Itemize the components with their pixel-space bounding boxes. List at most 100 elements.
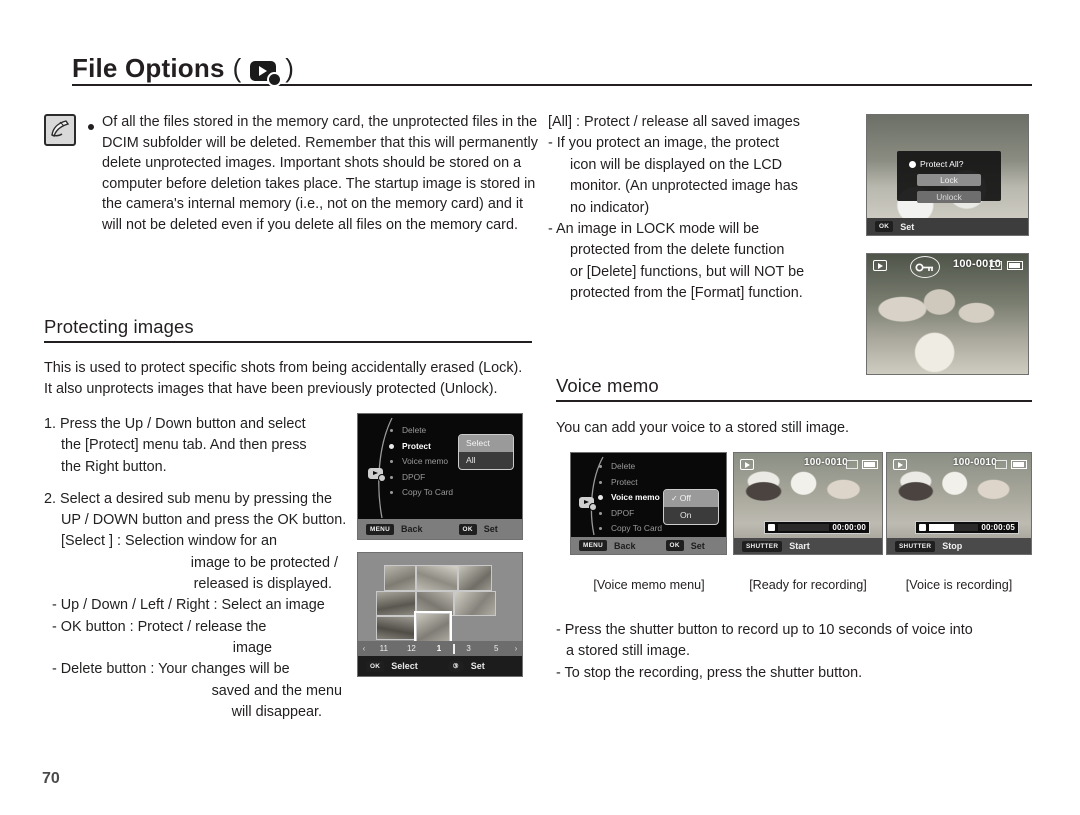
step-2-line-3: [Select ] : Selection window for an [61, 533, 277, 550]
menu-item-protect[interactable]: Protect [389, 439, 453, 455]
battery-icon [862, 460, 878, 469]
step-2-line-9: - Delete button : Your changes will be [52, 661, 290, 678]
page-number[interactable]: 11 [370, 644, 398, 653]
submenu-item-on[interactable]: On [664, 507, 718, 524]
menu-item-voice-memo[interactable]: Voice memo [390, 454, 453, 470]
heading-divider [556, 400, 1032, 402]
next-page-arrow[interactable]: › [510, 644, 522, 653]
page-strip: ‹ 11 12 1 3 5 › [358, 641, 522, 656]
back-label: Back [614, 540, 636, 551]
menu-item-dpof[interactable]: DPOF [390, 470, 453, 486]
intro-line-2: It also unprotects images that have been… [44, 380, 498, 397]
recording-progress-strip: 00:00:00 [764, 521, 870, 534]
thumbnail[interactable] [384, 565, 416, 591]
pen-note-icon [44, 114, 76, 146]
ok-key-chip: OK [875, 221, 894, 232]
lcd-voice-memo-menu-screen: Delete Protect Voice memo DPOF Copy To C… [570, 452, 727, 555]
record-progress-fill [929, 524, 954, 531]
heading-text: Protecting images [44, 316, 194, 337]
menu-item-delete[interactable]: Delete [599, 459, 662, 475]
lcd-bottom-bar: SHUTTER Stop [887, 538, 1031, 554]
shutter-key-chip: SHUTTER [895, 540, 936, 552]
ok-key-chip: OK [665, 540, 684, 551]
submenu-item-off[interactable]: ✓ Off [664, 490, 718, 507]
menu-item-delete[interactable]: Delete [390, 423, 453, 439]
thumbnail[interactable] [376, 591, 416, 616]
intro-line-1: This is used to protect specific shots f… [44, 360, 523, 376]
page-number[interactable]: 3 [455, 644, 483, 653]
card-icon [995, 460, 1007, 469]
thumbnail[interactable] [376, 616, 416, 640]
step-2-line-8: image [232, 639, 272, 656]
battery-icon [1007, 261, 1023, 270]
play-icon [873, 260, 887, 271]
menu-item-protect[interactable]: Protect [599, 475, 662, 491]
note-line-delete-fn: protected from the delete function [570, 242, 785, 259]
step-2-line-5: released is displayed. [193, 576, 332, 593]
note-line-monitor: monitor. (An unprotected image has [570, 178, 798, 195]
menu-item-dpof[interactable]: DPOF [599, 506, 662, 522]
menu-key-chip: MENU [579, 540, 608, 551]
lcd-protect-all-screen: Protect All? Lock Unlock OK Set [866, 114, 1029, 236]
bullet-line-1: - Press the shutter button to record up … [556, 622, 973, 638]
caption-voice-is-recording: [Voice is recording] [905, 578, 1013, 592]
note-line-no-indicator: no indicator) [570, 199, 650, 216]
note-block: Of all the files stored in the memory ca… [44, 112, 544, 236]
prev-page-arrow[interactable]: ‹ [358, 644, 370, 653]
step-2-line-10: saved and the menu [211, 682, 342, 699]
voice-memo-heading: Voice memo [556, 375, 1032, 402]
thumbnail-grid [376, 565, 498, 645]
card-icon [990, 261, 1002, 270]
note-line-lock-mode: - An image in LOCK mode will be [548, 221, 760, 238]
menu-list: Delete Protect Voice memo DPOF Copy To C… [598, 459, 662, 537]
thumbnail[interactable] [454, 591, 496, 616]
note-line-icon-lcd: icon will be displayed on the LCD [570, 156, 782, 173]
note-line-delete-fns: or [Delete] functions, but will NOT be [570, 263, 805, 280]
record-progress-track [778, 524, 830, 531]
thumbnail[interactable] [416, 565, 458, 591]
record-timer: 00:00:00 [829, 523, 869, 532]
step-1-line-2: the [Protect] menu tab. And then press [61, 437, 307, 454]
lcd-bottom-bar: OK Select ③ Set [358, 656, 522, 676]
bullet-line-2: a stored still image. [566, 642, 690, 659]
menu-item-copy-to-card[interactable]: Copy To Card [390, 485, 453, 501]
protect-all-notes: [All] : Protect / release all saved imag… [548, 112, 858, 305]
voice-memo-bullets: - Press the shutter button to record up … [556, 620, 1036, 684]
lcd-protect-menu-screen: Delete Protect Voice memo DPOF Copy To C… [357, 413, 523, 540]
set-label: Set [690, 540, 705, 551]
set-label: Set [900, 221, 915, 232]
menu-item-voice-memo[interactable]: Voice memo [598, 490, 662, 506]
ok-key-chip: OK [458, 523, 477, 535]
step-2-line-7: - OK button : Protect / release the [52, 618, 267, 635]
paren-open: ( [232, 53, 242, 83]
bullet-line-3: - To stop the recording, press the shutt… [556, 665, 863, 682]
voice-memo-submenu: ✓ Off On [663, 489, 719, 525]
heading-text: Voice memo [556, 375, 659, 396]
submenu-item-all[interactable]: All [459, 452, 513, 469]
start-label: Start [789, 541, 810, 551]
record-dot-icon [768, 524, 775, 531]
play-mode-icon [579, 497, 596, 510]
play-icon [740, 459, 754, 470]
submenu-item-select[interactable]: Select [459, 435, 513, 452]
step-2-line-11: will disappear. [231, 703, 322, 720]
back-label: Back [401, 524, 423, 534]
step-1: 1. Press the Up / Down button and select… [44, 414, 354, 478]
note-line-all: [All] : Protect / release all saved imag… [548, 114, 800, 130]
heading-divider [44, 341, 532, 343]
note-line-format-fn: protected from the [Format] function. [570, 285, 803, 302]
stop-label: Stop [942, 541, 963, 551]
lcd-bottom-bar: MENU Back OK Set [571, 537, 726, 554]
page-number-current[interactable]: 1 [425, 644, 453, 653]
menu-list: Delete Protect Voice memo DPOF Copy To C… [389, 423, 453, 501]
page-number[interactable]: 5 [482, 644, 510, 653]
note-line-protect-icon: - If you protect an image, the protect [548, 135, 780, 152]
menu-item-copy-to-card[interactable]: Copy To Card [599, 521, 662, 537]
unlock-button[interactable]: Unlock [916, 191, 982, 203]
battery-icon [1011, 460, 1027, 469]
note-bullet [88, 124, 94, 130]
thumbnail[interactable] [458, 565, 492, 591]
menu-key-chip: MENU [366, 523, 395, 535]
page-number[interactable]: 12 [398, 644, 426, 653]
lock-button[interactable]: Lock [916, 174, 982, 186]
